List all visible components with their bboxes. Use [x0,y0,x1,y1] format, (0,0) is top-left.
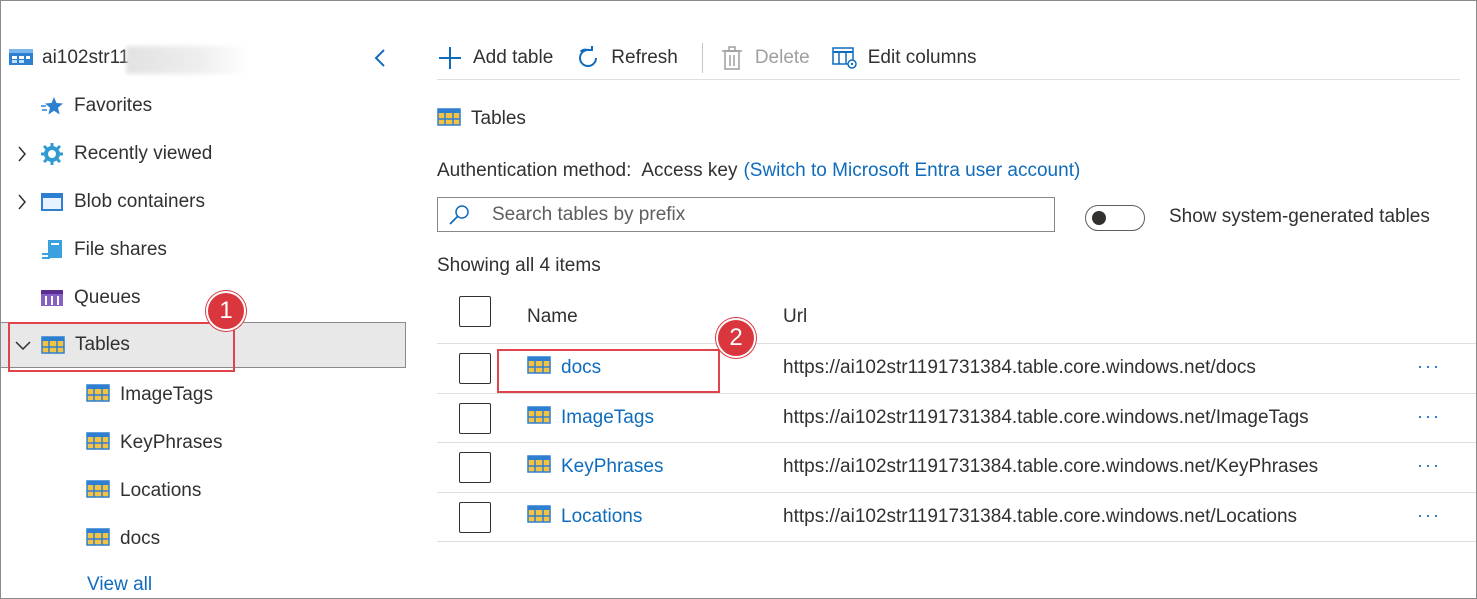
add-table-button[interactable]: Add table [437,38,553,78]
tree-item-label: Queues [74,287,141,308]
refresh-button[interactable]: Refresh [575,38,678,78]
table-icon [86,383,110,407]
tree-item-label: Recently viewed [74,143,213,164]
switch-auth-link[interactable]: (Switch to Microsoft Entra user account) [743,160,1080,182]
tree-item-label: File shares [74,239,167,260]
grid-header-row: Name Url [437,290,1476,344]
tables-grid: Name Url docs https://ai102str1191731384… [437,290,1476,542]
row-url: https://ai102str1191731384.table.core.wi… [783,406,1309,428]
storage-account-name: ai102str11 [42,47,130,68]
row-checkbox[interactable] [459,501,491,533]
row-name-cell: ImageTags [527,406,654,430]
chevron-right-icon[interactable] [12,194,32,210]
callout-box-docs [497,349,720,393]
select-all-checkbox[interactable] [459,296,491,327]
row-url: https://ai102str1191731384.table.core.wi… [783,456,1319,478]
edit-columns-button[interactable]: Edit columns [832,38,977,78]
storage-account-node[interactable]: ai102str11 [8,44,129,72]
tree-child-label: ImageTags [120,384,213,405]
section-title-label: Tables [471,108,526,129]
system-tables-toggle[interactable] [1085,205,1145,231]
tree-child-table[interactable]: docs [86,515,160,563]
file-share-icon [40,238,64,262]
table-icon [437,107,461,131]
row-name-cell: KeyPhrases [527,455,663,479]
row-checkbox[interactable] [459,353,491,384]
table-icon [86,431,110,455]
toolbar: Add table Refresh Delete Edit columns [437,36,1460,80]
search-box[interactable] [437,197,1055,232]
gear-icon [40,142,64,166]
item-count: Showing all 4 items [437,255,601,276]
tree-child-table[interactable]: Locations [86,467,201,515]
tree-item-blob-containers[interactable]: Blob containers [0,178,406,226]
section-title: Tables [437,106,526,132]
auth-method-label: Authentication method: [437,160,632,181]
trash-icon [719,45,745,71]
search-icon [446,202,472,228]
auth-method-line: Authentication method: Access key (Switc… [437,158,1080,184]
more-actions-icon[interactable]: ··· [1417,455,1441,476]
tree-item-label: Blob containers [74,191,205,212]
auth-method-value: Access key [641,160,738,181]
tree-item-label: Favorites [74,95,153,116]
more-actions-icon[interactable]: ··· [1417,505,1441,526]
row-url: https://ai102str1191731384.table.core.wi… [783,357,1256,379]
search-input[interactable] [492,203,1032,226]
row-checkbox[interactable] [459,452,491,483]
table-row[interactable]: ImageTags https://ai102str1191731384.tab… [437,394,1476,443]
more-actions-icon[interactable]: ··· [1417,406,1441,427]
row-url: https://ai102str1191731384.table.core.wi… [783,505,1298,527]
column-header-url[interactable]: Url [783,306,807,328]
blob-icon [40,190,64,214]
table-icon [86,479,110,503]
delete-label: Delete [754,46,810,68]
tree-child-label: Locations [120,480,202,501]
table-row[interactable]: KeyPhrases https://ai102str1191731384.ta… [437,443,1476,493]
table-name-link[interactable]: Locations [561,506,642,528]
step-badge-2: 2 [716,318,756,358]
add-table-label: Add table [473,46,554,68]
queue-icon [40,286,64,310]
edit-columns-icon [832,45,858,71]
table-icon [527,505,551,529]
delete-button[interactable]: Delete [719,38,810,78]
system-tables-toggle-label: Show system-generated tables [1169,206,1430,227]
table-row[interactable]: Locations https://ai102str1191731384.tab… [437,493,1476,542]
view-all-link[interactable]: View all [87,574,152,596]
refresh-icon [575,45,601,71]
redaction-blur [126,46,248,74]
column-header-name-label: Name [527,305,578,327]
chevron-left-icon [374,49,385,67]
star-icon [40,94,64,118]
callout-box-tables [8,322,235,372]
tree-child-label: docs [120,528,161,549]
toggle-knob [1092,211,1106,225]
toolbar-divider [701,42,703,73]
row-name-cell: Locations [527,505,642,529]
table-icon [527,406,551,430]
plus-icon [437,45,463,71]
tree-item-queues[interactable]: › Queues [0,274,406,322]
storage-account-icon [8,45,34,72]
edit-columns-label: Edit columns [867,46,977,68]
table-name-link[interactable]: ImageTags [561,407,654,429]
tree-item-recently-viewed[interactable]: Recently viewed [0,130,406,178]
refresh-label: Refresh [611,46,678,68]
tree-item-file-shares[interactable]: › File shares [0,226,406,274]
tree-child-table[interactable]: ImageTags [86,371,213,419]
tree-child-label: KeyPhrases [120,432,223,453]
tree-child-table[interactable]: KeyPhrases [86,419,222,467]
tree-item-favorites[interactable]: › Favorites [0,82,406,130]
more-actions-icon[interactable]: ··· [1417,356,1441,377]
table-name-link[interactable]: KeyPhrases [561,456,663,478]
step-badge-1: 1 [206,291,246,331]
table-icon [527,455,551,479]
table-icon [86,527,110,551]
chevron-right-icon[interactable] [12,146,32,162]
collapse-pane-button[interactable] [370,44,390,72]
row-checkbox[interactable] [459,402,491,434]
column-header-name[interactable]: Name [527,306,578,328]
